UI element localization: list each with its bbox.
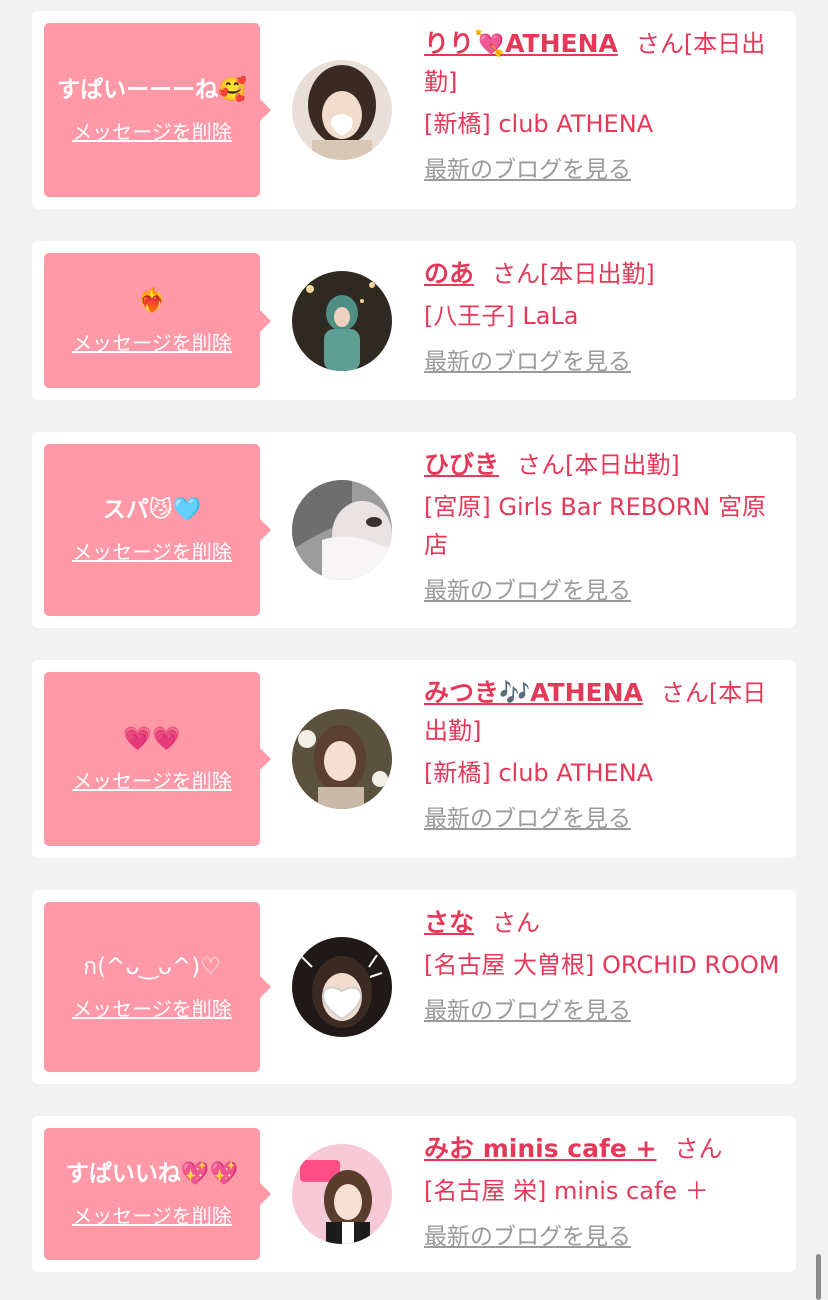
cast-photo-icon — [292, 60, 392, 160]
delete-message-link[interactable]: メッセージを削除 — [72, 1203, 232, 1229]
message-card: 💗💗 メッセージを削除 みつき🎶ATHENA さん[本日出勤] [新橋] club… — [32, 660, 796, 858]
latest-blog-link[interactable]: 最新のブログを見る — [424, 572, 631, 610]
work-status: [本日出勤] — [565, 451, 680, 479]
message-text: すぱいーーーね🥰 — [57, 77, 247, 103]
work-status: [本日出勤] — [540, 260, 655, 288]
cast-name-link[interactable]: りり💘ATHENA — [424, 29, 618, 58]
message-card: ก(^ᴗ‿ᴗ^)♡ メッセージを削除 さな さん [名古屋 大曽根] ORCHID… — [32, 890, 796, 1084]
latest-blog-link[interactable]: 最新のブログを見る — [424, 343, 631, 381]
delete-message-link[interactable]: メッセージを削除 — [72, 996, 232, 1022]
message-bubble: ก(^ᴗ‿ᴗ^)♡ メッセージを削除 — [44, 902, 271, 1072]
cast-avatar[interactable] — [292, 1144, 392, 1244]
message-bubble: ❤️‍🔥 メッセージを削除 — [44, 253, 271, 388]
message-card: ❤️‍🔥 メッセージを削除 のあ さん[本日出勤] [八王子] LaLa 最新のブ… — [32, 241, 796, 400]
cast-avatar[interactable] — [292, 60, 392, 160]
cast-info: ひびき さん[本日出勤] [宮原] Girls Bar REBORN 宮原店 最新… — [424, 446, 780, 610]
cast-info: のあ さん[本日出勤] [八王子] LaLa 最新のブログを見る — [424, 255, 780, 381]
message-bubble: すぱいいね💖💖 メッセージを削除 — [44, 1128, 271, 1260]
cast-photo-icon — [292, 1144, 392, 1244]
shop-name: [新橋] club ATHENA — [424, 759, 654, 787]
message-bubble: すぱいーーーね🥰 メッセージを削除 — [44, 23, 271, 197]
message-text: ก(^ᴗ‿ᴗ^)♡ — [83, 954, 221, 980]
honorific: さん — [492, 909, 541, 937]
cast-photo-icon — [292, 271, 392, 371]
cast-avatar[interactable] — [292, 937, 392, 1037]
shop-name: [新橋] club ATHENA — [424, 110, 654, 138]
message-text: 💗💗 — [123, 726, 181, 752]
message-card: すぱいいね💖💖 メッセージを削除 みお minis cafe + さん [名古屋 … — [32, 1116, 796, 1272]
delete-message-link[interactable]: メッセージを削除 — [72, 330, 232, 356]
cast-name-link[interactable]: さな — [424, 908, 474, 937]
message-card: スパ😼🩵 メッセージを削除 ひびき さん[本日出勤] [宮原] Girls Bar… — [32, 432, 796, 628]
shop-name: [八王子] LaLa — [424, 302, 579, 330]
delete-message-link[interactable]: メッセージを削除 — [72, 119, 232, 145]
delete-message-link[interactable]: メッセージを削除 — [72, 539, 232, 565]
message-text: すぱいいね💖💖 — [65, 1161, 239, 1187]
message-bubble: スパ😼🩵 メッセージを削除 — [44, 444, 271, 616]
honorific: さん — [517, 451, 566, 479]
cast-avatar[interactable] — [292, 480, 392, 580]
message-bubble: 💗💗 メッセージを削除 — [44, 672, 271, 846]
cast-avatar[interactable] — [292, 271, 392, 371]
cast-avatar[interactable] — [292, 709, 392, 809]
cast-info: さな さん [名古屋 大曽根] ORCHID ROOM 最新のブログを見る — [424, 904, 780, 1030]
honorific: さん — [635, 30, 684, 58]
cast-photo-icon — [292, 480, 392, 580]
cast-info: りり💘ATHENA さん[本日出勤] [新橋] club ATHENA 最新のブロ… — [424, 25, 780, 189]
delete-message-link[interactable]: メッセージを削除 — [72, 768, 232, 794]
cast-info: みつき🎶ATHENA さん[本日出勤] [新橋] club ATHENA 最新のブ… — [424, 674, 780, 838]
message-text: スパ😼🩵 — [102, 497, 202, 523]
honorific: さん — [674, 1135, 723, 1163]
cast-name-link[interactable]: みお minis cafe + — [424, 1134, 656, 1163]
shop-name: [名古屋 栄] minis cafe ＋ — [424, 1177, 709, 1205]
honorific: さん — [492, 260, 541, 288]
cast-name-link[interactable]: のあ — [424, 259, 474, 288]
message-card: すぱいーーーね🥰 メッセージを削除 りり💘ATHENA さん[本日出勤] [新橋]… — [32, 11, 796, 209]
latest-blog-link[interactable]: 最新のブログを見る — [424, 992, 631, 1030]
latest-blog-link[interactable]: 最新のブログを見る — [424, 1218, 631, 1256]
latest-blog-link[interactable]: 最新のブログを見る — [424, 800, 631, 838]
cast-name-link[interactable]: みつき🎶ATHENA — [424, 678, 643, 707]
cast-photo-icon — [292, 709, 392, 809]
message-feed: すぱいーーーね🥰 メッセージを削除 りり💘ATHENA さん[本日出勤] [新橋]… — [0, 0, 828, 1300]
message-text: ❤️‍🔥 — [137, 287, 167, 314]
scrollbar[interactable] — [816, 1254, 821, 1300]
cast-photo-icon — [292, 937, 392, 1037]
honorific: さん — [660, 679, 709, 707]
cast-info: みお minis cafe + さん [名古屋 栄] minis cafe ＋ 最… — [424, 1130, 780, 1256]
cast-name-link[interactable]: ひびき — [424, 450, 499, 479]
latest-blog-link[interactable]: 最新のブログを見る — [424, 151, 631, 189]
shop-name: [宮原] Girls Bar REBORN 宮原店 — [424, 493, 766, 559]
shop-name: [名古屋 大曽根] ORCHID ROOM — [424, 951, 780, 979]
